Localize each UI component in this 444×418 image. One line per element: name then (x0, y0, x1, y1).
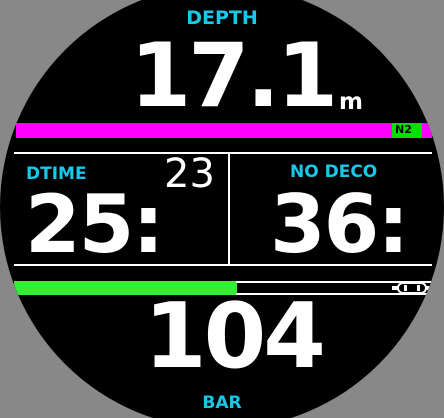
divider-vertical (228, 154, 230, 266)
tank-pressure-unit: BAR (202, 393, 242, 413)
dive-time-seconds: 23 (164, 151, 215, 197)
dive-time-minutes: 25: (25, 178, 164, 271)
tank-icon (392, 282, 430, 294)
depth-value: 17.1 (130, 24, 338, 127)
divider-top (14, 152, 432, 154)
tank-pressure-value: 104 (144, 284, 326, 389)
dive-computer-screen: DEPTH 17.1 m N2 DTIME 23 25: NO DECO 36: (0, 0, 444, 418)
depth-unit: m (339, 89, 363, 115)
n2-saturation-bar: N2 (16, 123, 432, 138)
dive-computer-frame: DEPTH 17.1 m N2 DTIME 23 25: NO DECO 36: (0, 0, 444, 418)
no-deco-value: 36: (270, 178, 409, 271)
n2-label: N2 (395, 123, 412, 136)
n2-tag: N2 (392, 123, 422, 138)
